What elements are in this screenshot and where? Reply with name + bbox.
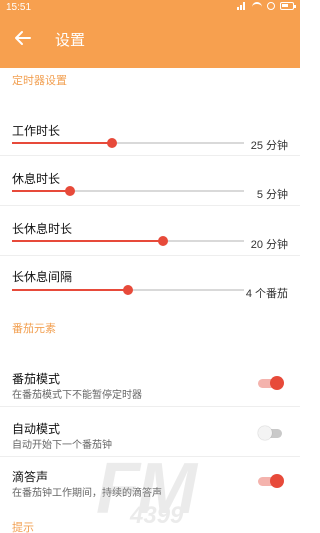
toggle-tick-sound-title: 滴答声 [12, 470, 49, 484]
divider [0, 406, 300, 407]
section-tips-header: 提示 [12, 522, 34, 533]
slider-long-rest-value: 20 分钟 [250, 239, 288, 251]
signal-icon [237, 2, 247, 10]
divider [0, 255, 300, 256]
divider [0, 155, 300, 156]
tomato-mode-switch[interactable] [258, 376, 284, 390]
long-rest-duration-slider[interactable] [12, 235, 244, 247]
long-rest-interval-slider[interactable] [12, 284, 244, 296]
slider-thumb[interactable] [157, 236, 168, 246]
arrow-left-icon[interactable] [10, 26, 34, 50]
status-time: 15:51 [6, 2, 32, 13]
alarm-icon [267, 2, 275, 10]
divider [0, 205, 300, 206]
work-duration-slider[interactable] [12, 137, 244, 149]
tick-sound-switch[interactable] [258, 474, 284, 488]
section-timer-header: 定时器设置 [12, 75, 67, 87]
page-title: 设置 [55, 32, 86, 49]
slider-thumb[interactable] [65, 186, 75, 196]
slider-work-value: 25 分钟 [250, 140, 288, 152]
watermark-sub: 4399 [130, 502, 184, 529]
slider-interval-value: 4 个番茄 [245, 288, 288, 300]
wifi-icon [252, 2, 262, 10]
battery-icon [280, 2, 296, 10]
toggle-tomato-mode-title: 番茄模式 [12, 372, 61, 386]
status-icons [237, 2, 296, 10]
slider-rest-value: 5 分钟 [256, 189, 288, 201]
toggle-auto-mode-subtitle: 自动开始下一个番茄钟 [12, 440, 112, 451]
toggle-auto-mode-title: 自动模式 [12, 422, 61, 436]
auto-mode-switch[interactable] [258, 426, 284, 440]
slider-thumb[interactable] [123, 285, 133, 295]
slider-thumb[interactable] [106, 138, 117, 148]
section-tomato-header: 番茄元素 [12, 323, 56, 335]
toggle-tomato-mode-subtitle: 在番茄模式下不能暂停定时器 [12, 390, 142, 401]
divider [0, 456, 300, 457]
slider-interval-label: 长休息间隔 [12, 270, 73, 284]
toggle-tick-sound-subtitle: 在番茄钟工作期间，持续的滴答声 [12, 488, 162, 499]
status-bar: 15:51 [0, 0, 300, 16]
rest-duration-slider[interactable] [12, 185, 244, 197]
